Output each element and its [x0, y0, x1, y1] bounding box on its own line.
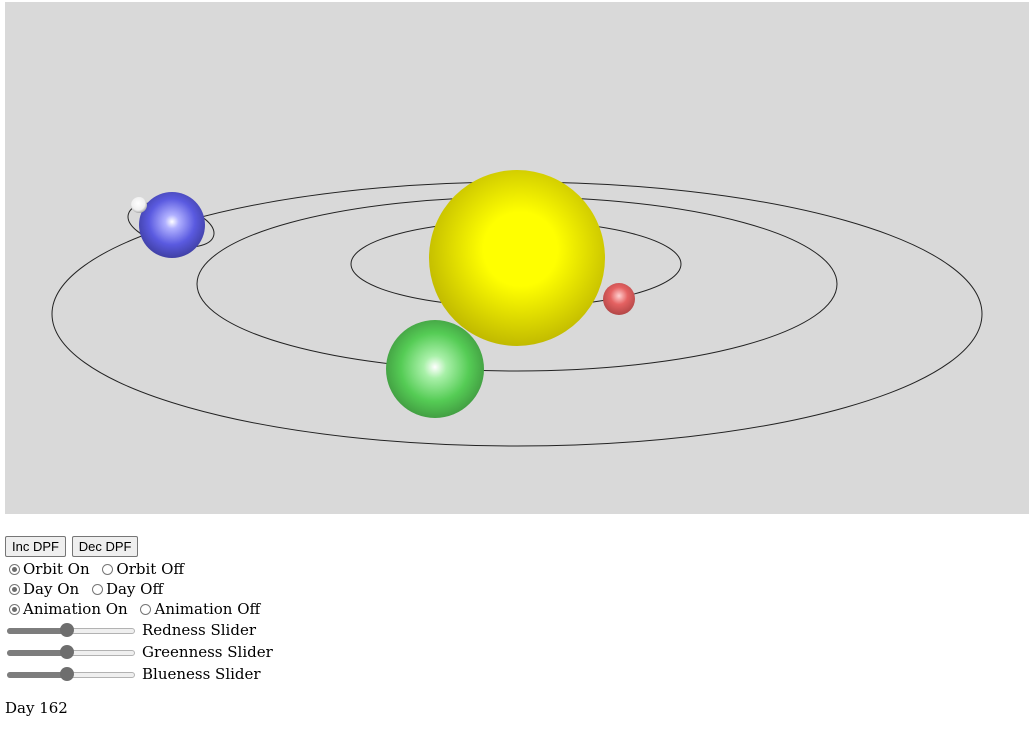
orbit-on-option[interactable]: Orbit On: [5, 559, 90, 579]
blueness-slider-label: Blueness Slider: [142, 665, 261, 683]
day-toggle-row: Day On Day Off: [5, 579, 273, 599]
animation-off-option[interactable]: Animation Off: [136, 599, 260, 619]
animation-off-label: Animation Off: [154, 600, 261, 618]
slider-thumb[interactable]: [60, 623, 75, 637]
day-on-radio[interactable]: [9, 583, 20, 595]
slider-thumb[interactable]: [60, 667, 75, 681]
day-on-label: Day On: [23, 580, 80, 598]
orbit-off-label: Orbit Off: [116, 560, 185, 578]
blueness-slider[interactable]: [7, 666, 135, 682]
decrease-dpf-button[interactable]: Dec DPF: [71, 536, 139, 557]
redness-slider-row: Redness Slider: [5, 619, 273, 641]
slider-fill: [7, 672, 68, 678]
day-counter: Day 162: [5, 699, 68, 717]
animation-toggle-row: Animation On Animation Off: [5, 599, 273, 619]
orbit-toggle-row: Orbit On Orbit Off: [5, 559, 273, 579]
animation-on-radio[interactable]: [9, 603, 20, 615]
blueness-slider-row: Blueness Slider: [5, 663, 273, 685]
animation-on-label: Animation On: [23, 600, 128, 618]
moon: [131, 197, 147, 213]
solar-system-scene: [5, 2, 1029, 514]
dpf-button-row: Inc DPF Dec DPF: [5, 536, 273, 559]
increase-dpf-button[interactable]: Inc DPF: [5, 536, 66, 557]
greenness-slider[interactable]: [7, 644, 135, 660]
greenness-slider-label: Greenness Slider: [142, 643, 273, 661]
red-planet: [603, 283, 635, 315]
orbit-off-radio[interactable]: [102, 563, 114, 575]
blue-planet: [139, 192, 205, 258]
green-planet: [386, 320, 484, 418]
orbit-on-label: Orbit On: [23, 560, 90, 578]
orbit-on-radio[interactable]: [9, 563, 20, 575]
solar-system-canvas[interactable]: [5, 2, 1029, 514]
animation-off-radio[interactable]: [140, 603, 152, 615]
slider-fill: [7, 628, 68, 634]
redness-slider[interactable]: [7, 622, 135, 638]
day-on-option[interactable]: Day On: [5, 579, 79, 599]
redness-slider-label: Redness Slider: [142, 621, 256, 639]
day-off-option[interactable]: Day Off: [88, 579, 163, 599]
control-panel: Inc DPF Dec DPF Orbit On Orbit Off Day O…: [5, 536, 273, 685]
day-off-label: Day Off: [105, 580, 164, 598]
orbit-off-option[interactable]: Orbit Off: [98, 559, 184, 579]
slider-thumb[interactable]: [60, 645, 75, 659]
slider-fill: [7, 650, 68, 656]
greenness-slider-row: Greenness Slider: [5, 641, 273, 663]
sun: [429, 170, 605, 346]
animation-on-option[interactable]: Animation On: [5, 599, 128, 619]
day-off-radio[interactable]: [91, 583, 103, 595]
